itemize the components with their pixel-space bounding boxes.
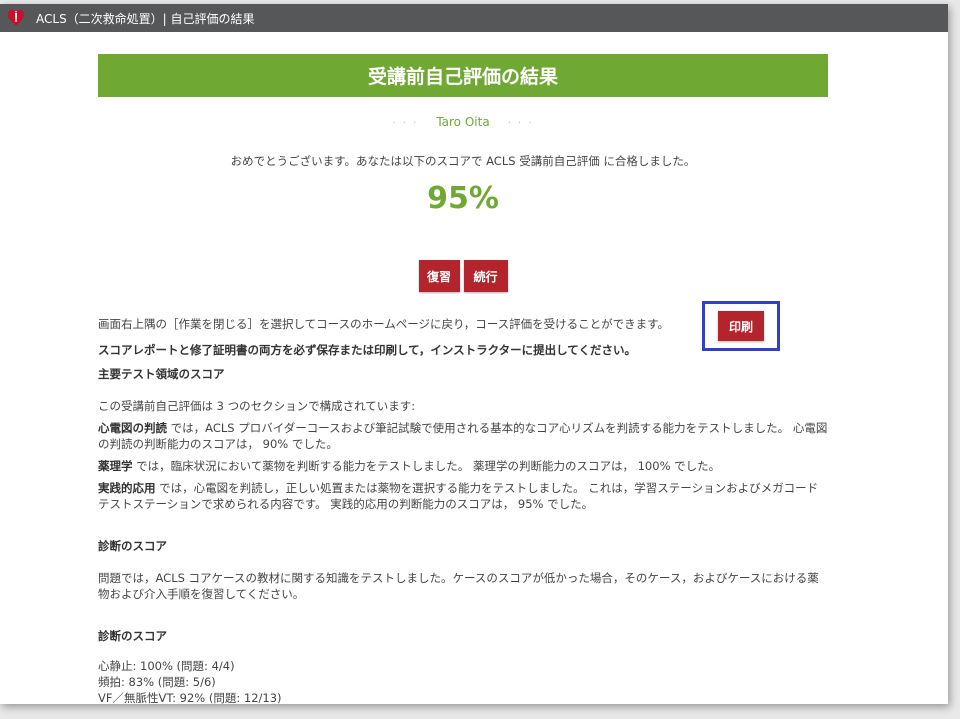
app-window: ACLS（二次救命処置）| 自己評価の結果 受講前自己評価の結果 · · · Ta… [0, 4, 948, 704]
list-item: 心静止: 100% (問題: 4/4) [98, 659, 235, 673]
ecg-score-paragraph: 心電図の判読 では，ACLS プロバイダーコースおよび筆記試験で使用される基本的… [98, 420, 828, 452]
list-item: 頻拍: 83% (問題: 5/6) [98, 675, 216, 689]
pharm-text: では，臨床状況において薬物を判断する能力をテストしました。 薬理学の判断能力のス… [132, 459, 721, 473]
main-scores-heading: 主要テスト領域のスコア [98, 367, 225, 381]
list-item: VF／無脈性VT: 92% (問題: 12/13) [98, 691, 282, 704]
score-value: 95% [427, 181, 499, 216]
sections-intro: この受講前自己評価は 3 つのセクションで構成されています: [98, 399, 416, 413]
diagnosis-score-list: 心静止: 100% (問題: 4/4) 頻拍: 83% (問題: 5/6) VF… [98, 658, 828, 704]
user-name: Taro Oita [436, 115, 490, 129]
banner-title: 受講前自己評価の結果 [367, 66, 558, 88]
info-section: 画面右上隅の［作業を閉じる］を選択してコースのホームページに戻り，コース評価を受… [98, 316, 828, 704]
heart-torch-logo-icon [6, 8, 26, 28]
pharm-term: 薬理学 [98, 459, 133, 473]
practical-term: 実践的応用 [98, 481, 156, 495]
result-banner: 受講前自己評価の結果 [98, 54, 828, 97]
result-content: 受講前自己評価の結果 · · · Taro Oita · · · おめでとうございま… [98, 54, 828, 704]
ecg-term: 心電図の判読 [98, 421, 167, 435]
title-bar: ACLS（二次救命処置）| 自己評価の結果 [0, 4, 948, 32]
diagnosis-heading-2: 診断のスコア [98, 629, 167, 643]
pharm-score-paragraph: 薬理学 では，臨床状況において薬物を判断する能力をテストしました。 薬理学の判断… [98, 458, 828, 474]
print-highlight-box: 印刷 [702, 301, 780, 351]
continue-button[interactable]: 続行 [463, 260, 508, 292]
practical-text: では，心電図を判読し，正しい処置または薬物を選択する能力をテストしました。 これ… [98, 481, 819, 511]
action-buttons: 復習 続行 [98, 260, 828, 292]
diagnosis-heading-1: 診断のスコア [98, 539, 167, 553]
practical-score-paragraph: 実践的応用 では，心電図を判読し，正しい処置または薬物を選択する能力をテストしま… [98, 480, 828, 512]
ecg-text: では，ACLS プロバイダーコースおよび筆記試験で使用される基本的なコア心リズム… [98, 421, 828, 451]
diagnosis-text: 問題では，ACLS コアケースの教材に関する知識をテストしました。ケースのスコア… [98, 571, 819, 601]
print-button[interactable]: 印刷 [718, 311, 764, 341]
congrats-message: おめでとうございます。あなたは以下のスコアで ACLS 受講前自己評価 に合格し… [230, 154, 696, 168]
window-title: ACLS（二次救命処置）| 自己評価の結果 [36, 11, 255, 26]
review-button[interactable]: 復習 [418, 260, 460, 292]
user-name-row: · · · Taro Oita · · · [392, 115, 534, 129]
